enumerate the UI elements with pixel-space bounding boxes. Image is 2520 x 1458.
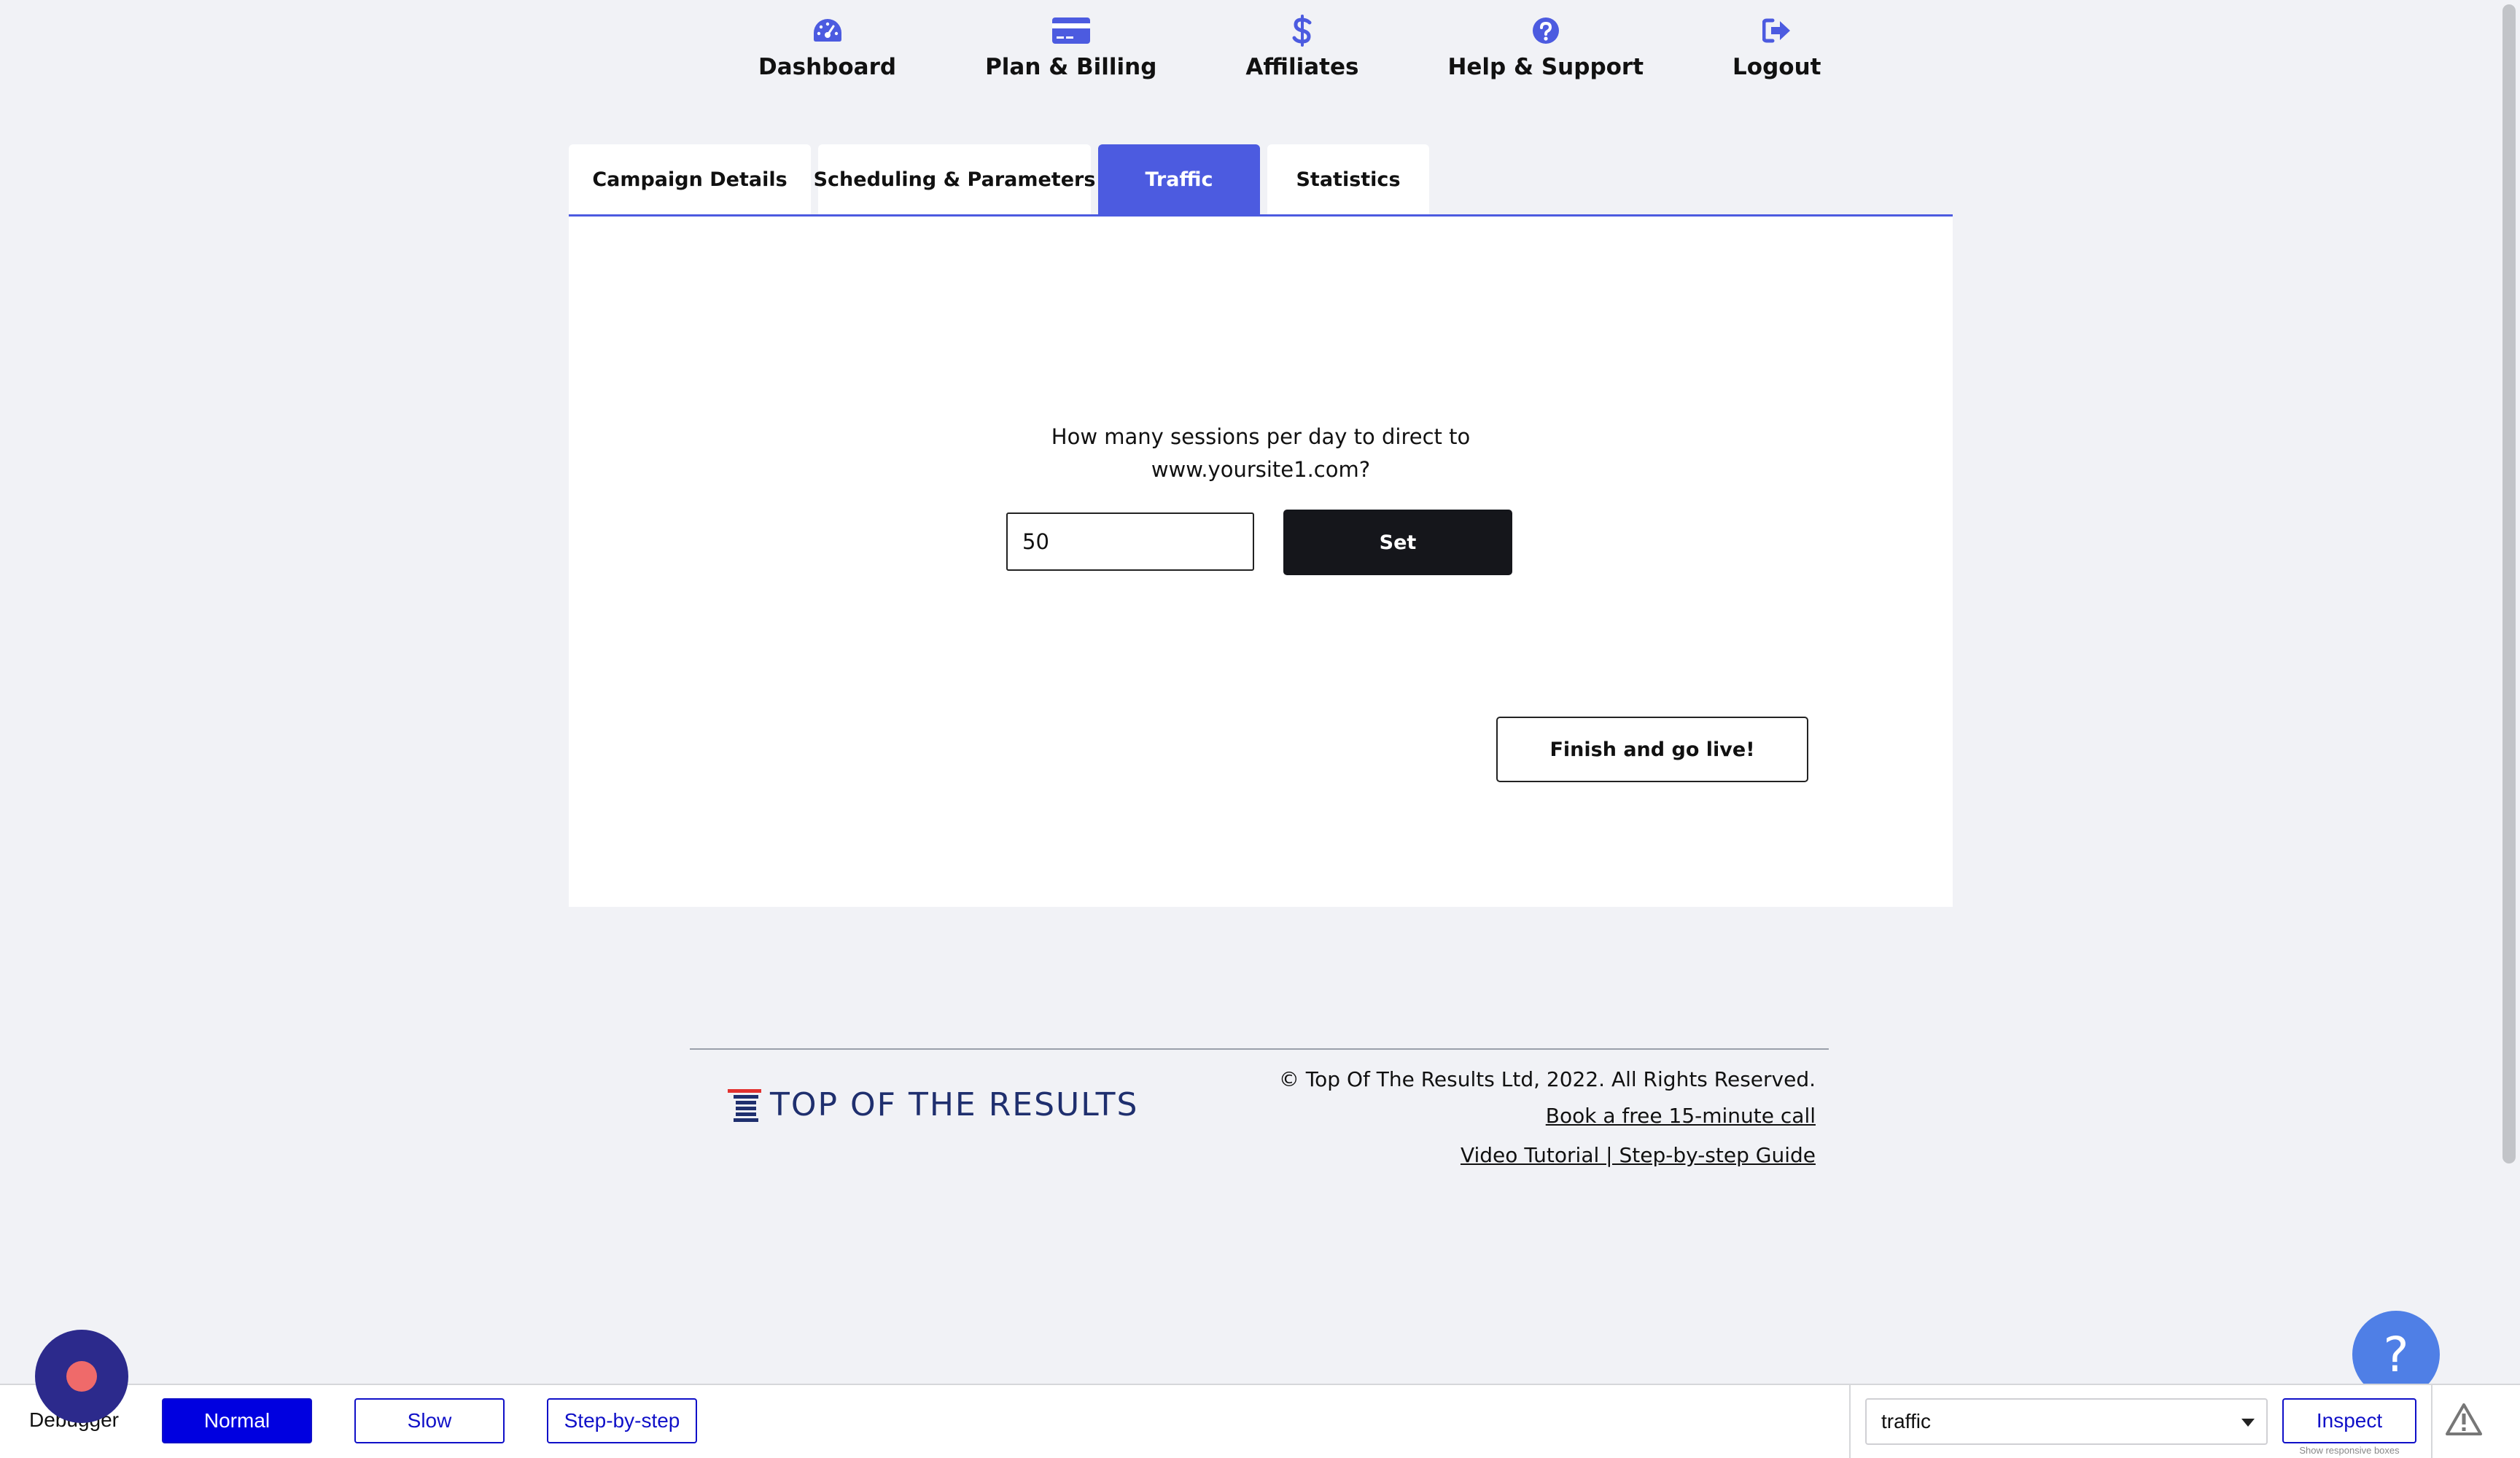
debugger-divider: [1849, 1385, 1851, 1458]
logo-text: TOP OF THE RESULTS: [770, 1086, 1139, 1123]
nav-label-help-support: Help & Support: [1447, 54, 1644, 80]
footer-logo: TOP OF THE RESULTS: [728, 1086, 1138, 1123]
sessions-per-day-input[interactable]: [1006, 512, 1254, 571]
warning-icon[interactable]: [2446, 1403, 2482, 1439]
mode-step-by-step-button[interactable]: Step-by-step: [547, 1398, 697, 1443]
nav-item-plan-billing[interactable]: Plan & Billing: [985, 10, 1156, 80]
nav-item-affiliates[interactable]: Affiliates: [1245, 10, 1358, 80]
top-nav: Dashboard Plan & Billing Affiliates Help…: [758, 10, 1821, 80]
question-circle-icon: [1532, 10, 1560, 51]
campaign-tabs: Campaign Details Scheduling & Parameters…: [569, 144, 1436, 214]
nav-item-help-support[interactable]: Help & Support: [1447, 10, 1644, 80]
traffic-panel: How many sessions per day to direct to w…: [569, 214, 1953, 907]
tab-traffic[interactable]: Traffic: [1098, 144, 1260, 214]
set-button[interactable]: Set: [1283, 510, 1512, 575]
nav-label-dashboard: Dashboard: [758, 54, 897, 80]
sessions-question-line1: How many sessions per day to direct to: [1051, 424, 1471, 449]
nav-label-affiliates: Affiliates: [1245, 54, 1359, 80]
inspect-button[interactable]: Inspect: [2282, 1398, 2416, 1443]
record-dot-icon: [66, 1361, 97, 1392]
footer-divider: [690, 1048, 1829, 1050]
scrollbar-thumb[interactable]: [2502, 4, 2516, 1163]
tab-scheduling-parameters[interactable]: Scheduling & Parameters: [814, 144, 1095, 214]
dollar-icon: [1292, 10, 1312, 51]
video-tutorial-link[interactable]: Video Tutorial | Step-by-step Guide: [1094, 1136, 1816, 1175]
show-responsive-boxes-text[interactable]: Show responsive boxes: [2282, 1445, 2416, 1456]
logo-stack-icon: [728, 1088, 761, 1122]
tab-campaign-details[interactable]: Campaign Details: [569, 144, 811, 214]
sign-out-icon: [1762, 10, 1792, 51]
credit-card-icon: [1051, 10, 1091, 51]
mode-slow-button[interactable]: Slow: [354, 1398, 505, 1443]
footer-info: © Top Of The Results Ltd, 2022. All Righ…: [1094, 1063, 1816, 1175]
chevron-down-icon: [2241, 1419, 2255, 1427]
finish-go-live-button[interactable]: Finish and go live!: [1496, 717, 1808, 782]
sessions-question: How many sessions per day to direct to w…: [569, 421, 1953, 486]
sessions-question-line2: www.yoursite1.com?: [1151, 457, 1371, 482]
target-select[interactable]: traffic: [1865, 1398, 2268, 1445]
mode-normal-button[interactable]: Normal: [162, 1398, 312, 1443]
tab-statistics[interactable]: Statistics: [1267, 144, 1429, 214]
nav-label-plan-billing: Plan & Billing: [985, 54, 1157, 80]
record-button[interactable]: [35, 1330, 128, 1423]
copyright-text: © Top Of The Results Ltd, 2022. All Righ…: [1278, 1067, 1816, 1091]
debugger-divider-2: [2431, 1385, 2432, 1458]
nav-item-dashboard[interactable]: Dashboard: [758, 10, 896, 80]
target-select-value: traffic: [1881, 1410, 1931, 1432]
nav-item-logout[interactable]: Logout: [1732, 10, 1821, 80]
book-call-link[interactable]: Book a free 15-minute call: [1094, 1096, 1816, 1136]
speedometer-icon: [812, 10, 843, 51]
nav-label-logout: Logout: [1732, 54, 1821, 80]
